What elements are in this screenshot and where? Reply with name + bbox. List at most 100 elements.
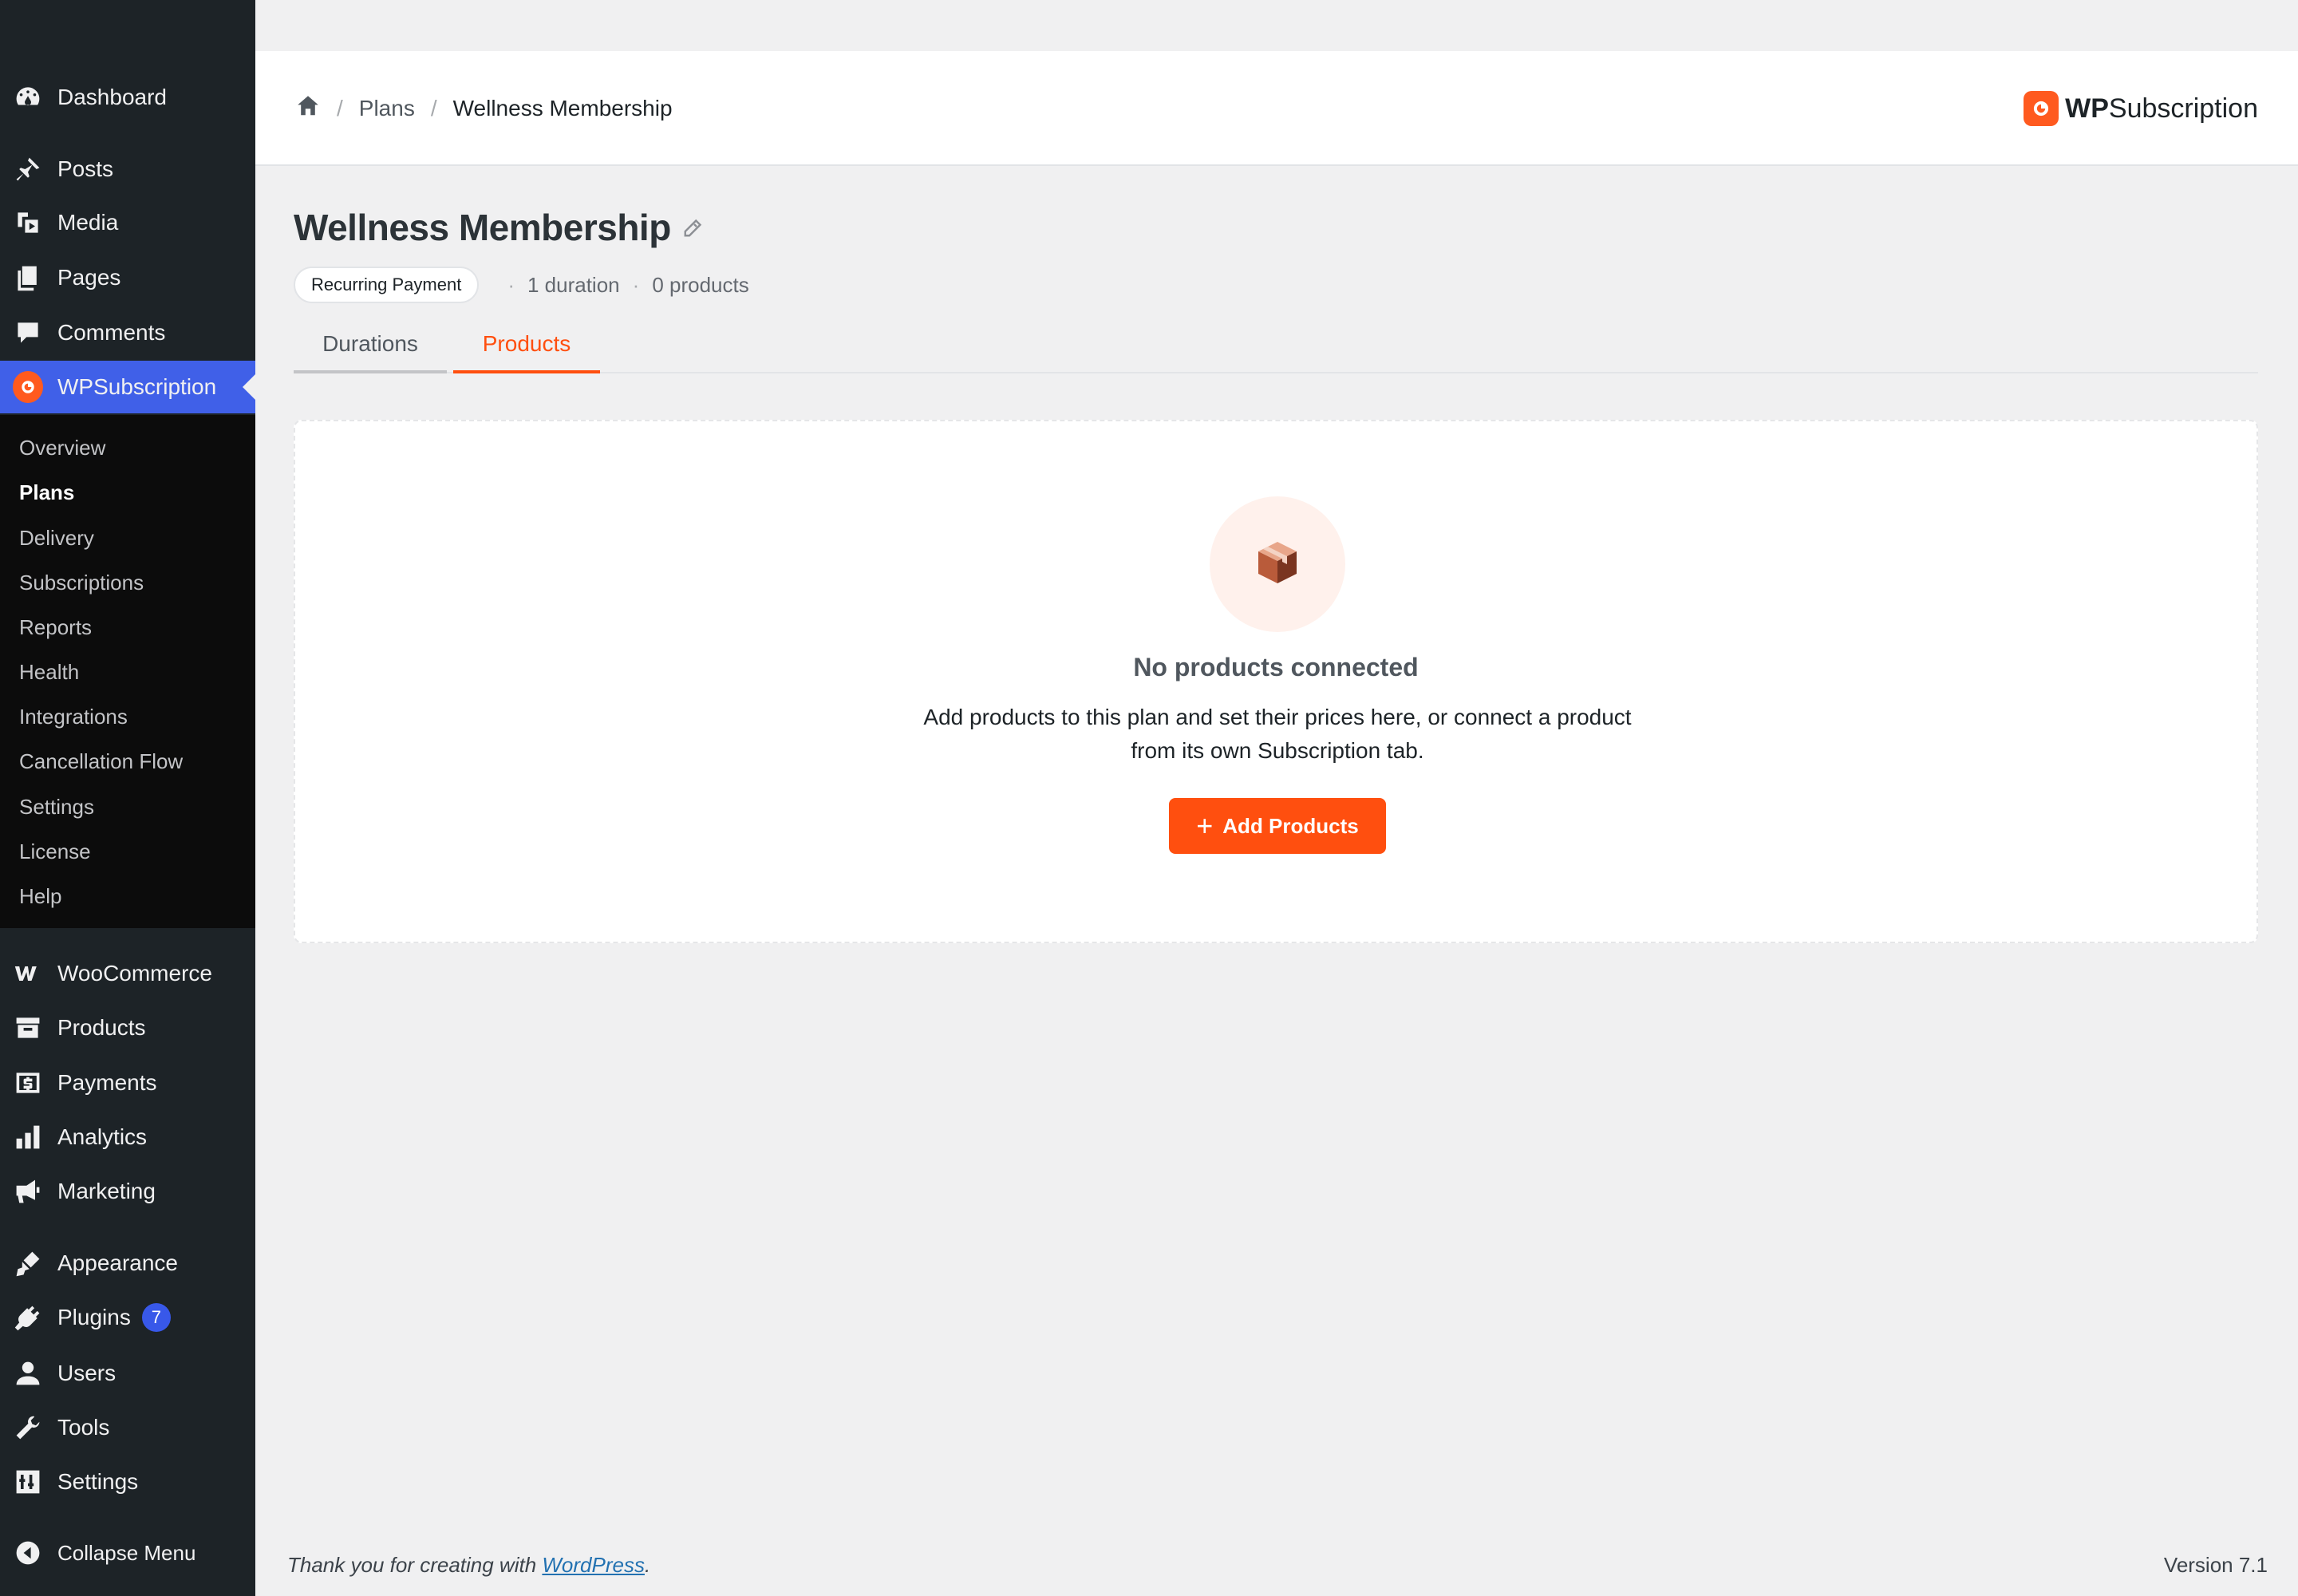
menu-label: Analytics (57, 1124, 148, 1149)
submenu-delivery[interactable]: Delivery (19, 522, 94, 554)
submenu-subscriptions[interactable]: Subscriptions (19, 567, 144, 598)
duration-count: 1 duration (527, 272, 620, 297)
menu-comments[interactable]: Comments (0, 306, 255, 359)
megaphone-icon (13, 1176, 43, 1207)
menu-label: Plugins (57, 1305, 131, 1329)
page-title: Wellness Membership (294, 207, 671, 248)
menu-label: Users (57, 1361, 116, 1385)
breadcrumb-separator: / (337, 96, 343, 120)
submenu-health[interactable]: Health (19, 656, 79, 688)
menu-label: Payments (57, 1070, 157, 1095)
plugin-header: / Plans / Wellness Membership WP Subscrip… (255, 51, 2298, 166)
menu-tools[interactable]: Tools (0, 1401, 255, 1454)
menu-label: Appearance (57, 1250, 179, 1275)
empty-state-description: Add products to this plan and set their … (923, 705, 1632, 763)
brand-name-bold: WP (2065, 93, 2109, 124)
dollar-icon (13, 1068, 43, 1098)
submenu-cancellation-flow[interactable]: Cancellation Flow (19, 745, 183, 777)
tab-products[interactable]: Products (453, 318, 600, 373)
wrench-icon (13, 1412, 43, 1443)
plan-tabs: Durations Products (294, 318, 2258, 373)
menu-appearance[interactable]: Appearance (0, 1237, 255, 1290)
menu-label: Collapse Menu (57, 1540, 196, 1565)
pin-icon (13, 154, 43, 184)
products-empty-state-card: No products connected Add products to th… (294, 420, 2258, 943)
user-icon (13, 1358, 43, 1389)
submenu-settings[interactable]: Settings (19, 791, 94, 823)
wpsubscription-logo: WP Subscription (2024, 51, 2258, 166)
breadcrumb-current: Wellness Membership (452, 96, 673, 120)
menu-analytics[interactable]: Analytics (0, 1111, 255, 1163)
pages-icon (13, 263, 43, 293)
breadcrumb-plans-link[interactable]: Plans (359, 96, 415, 121)
collapse-menu-button[interactable]: Collapse Menu (0, 1527, 255, 1579)
media-icon (13, 207, 43, 238)
product-count: 0 products (652, 272, 749, 297)
menu-posts[interactable]: Posts (0, 143, 255, 196)
submenu-integrations[interactable]: Integrations (19, 701, 128, 733)
footer-thanks-suffix: . (644, 1553, 651, 1577)
collapse-icon (13, 1538, 43, 1568)
menu-label: Posts (57, 156, 114, 181)
submenu-reports[interactable]: Reports (19, 611, 92, 643)
brand-logo-icon (2024, 91, 2059, 126)
wordpress-version: Version 7.1 (2163, 1553, 2268, 1577)
payment-type-badge: Recurring Payment (294, 267, 480, 303)
submenu-license[interactable]: License (19, 836, 91, 867)
submenu-overview[interactable]: Overview (19, 432, 105, 464)
menu-plugins[interactable]: Plugins 7 (0, 1291, 255, 1344)
wpsubscription-submenu: Overview Plans Delivery Subscriptions Re… (0, 415, 255, 928)
wordpress-link[interactable]: WordPress (542, 1553, 645, 1577)
tab-durations[interactable]: Durations (294, 318, 447, 373)
paintbrush-icon (13, 1248, 43, 1278)
menu-label: WooCommerce (57, 961, 212, 986)
plugins-update-badge: 7 (141, 1303, 171, 1332)
menu-users[interactable]: Users (0, 1347, 255, 1400)
menu-media[interactable]: Media (0, 196, 255, 249)
submenu-help[interactable]: Help (19, 880, 61, 912)
bar-chart-icon (13, 1122, 43, 1152)
plug-icon (13, 1302, 43, 1333)
plan-meta: Recurring Payment · 1 duration · 0 produ… (294, 265, 749, 305)
archive-icon (13, 1013, 43, 1043)
menu-label: Products (57, 1015, 146, 1040)
footer-thanks: Thank you for creating with WordPress. (287, 1553, 650, 1578)
menu-label: Media (57, 210, 119, 235)
menu-label: Settings (57, 1469, 139, 1494)
menu-label: Dashboard (57, 85, 167, 109)
brand-name-rest: Subscription (2108, 93, 2258, 124)
admin-sidebar: Dashboard Posts Media Pages Comments WPS… (0, 0, 255, 1596)
breadcrumb-separator: / (430, 96, 437, 120)
empty-state-illustration (1210, 496, 1345, 632)
plus-icon: + (1196, 809, 1214, 842)
menu-products[interactable]: Products (0, 1001, 255, 1054)
footer-thanks-prefix: Thank you for creating with (287, 1553, 543, 1577)
sliders-icon (13, 1467, 43, 1497)
home-icon[interactable] (295, 93, 321, 124)
empty-state-title: No products connected (1133, 653, 1419, 681)
dashboard-icon (13, 82, 43, 113)
menu-marketing[interactable]: Marketing (0, 1165, 255, 1218)
menu-label: Tools (57, 1415, 110, 1440)
add-products-button[interactable]: + Add Products (1169, 798, 1386, 854)
woocommerce-icon (13, 958, 43, 989)
edit-title-pencil-icon[interactable] (680, 217, 704, 241)
wpsubscription-icon (13, 371, 43, 403)
menu-label: Pages (57, 265, 121, 290)
menu-payments[interactable]: Payments (0, 1057, 255, 1109)
submenu-plans[interactable]: Plans (19, 476, 74, 508)
menu-pages[interactable]: Pages (0, 251, 255, 304)
menu-wpsubscription[interactable]: WPSubscription (0, 361, 255, 413)
menu-label: WPSubscription (57, 374, 217, 399)
menu-settings[interactable]: Settings (0, 1456, 255, 1508)
meta-dot: · (632, 272, 640, 297)
menu-woocommerce[interactable]: WooCommerce (0, 947, 255, 1000)
comment-icon (13, 318, 43, 348)
breadcrumb: / Plans / Wellness Membership (295, 51, 673, 166)
meta-dot: · (507, 272, 515, 297)
package-box-icon (1255, 539, 1300, 591)
add-products-label: Add Products (1222, 813, 1359, 838)
menu-label: Marketing (57, 1179, 156, 1203)
menu-dashboard[interactable]: Dashboard (0, 71, 255, 124)
menu-label: Comments (57, 320, 166, 345)
